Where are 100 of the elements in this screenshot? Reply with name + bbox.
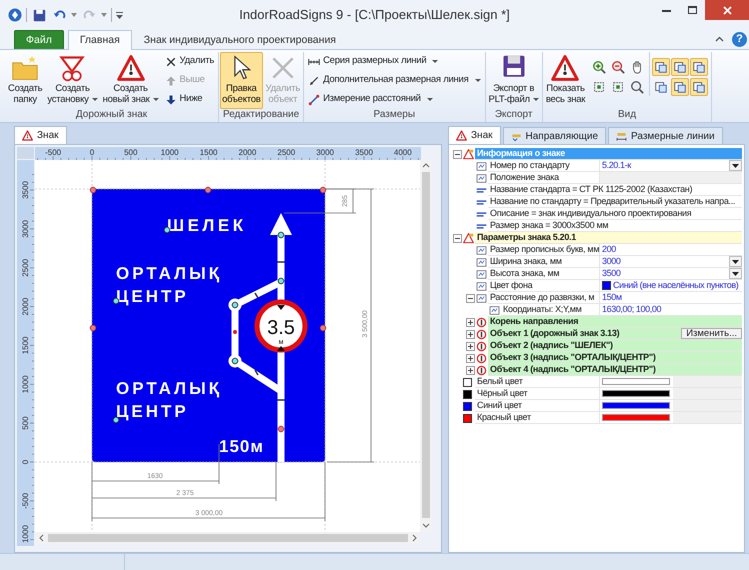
ribbon-button[interactable]: Создать папку <box>6 52 44 109</box>
ribbon-button[interactable]: Правка объектов <box>220 52 263 109</box>
ribbon-button[interactable]: Дополнительная размерная линия <box>305 71 484 90</box>
frame-icon <box>654 60 668 74</box>
tool-button[interactable] <box>671 78 690 96</box>
handle[interactable] <box>278 426 284 432</box>
collapse-icon[interactable] <box>453 150 462 158</box>
ribbon-button[interactable]: Создать установку <box>45 52 100 109</box>
change-button[interactable]: Изменить... <box>681 328 742 339</box>
dimension-line[interactable] <box>284 188 356 214</box>
dropdown-button[interactable] <box>729 268 742 279</box>
ruler-label: 1000 <box>21 525 30 543</box>
dropdown-button[interactable] <box>729 160 742 171</box>
sign-text[interactable]: 150м <box>219 437 264 456</box>
dimension-line[interactable] <box>92 444 220 484</box>
close-button[interactable] <box>705 0 749 20</box>
help-button[interactable]: ? <box>732 32 747 46</box>
tool-button[interactable] <box>590 58 608 76</box>
dropdown-icon[interactable] <box>101 13 107 17</box>
sign-board[interactable] <box>92 188 326 462</box>
scrollbar-thumb[interactable] <box>422 172 430 518</box>
property-value[interactable]: 150м <box>602 292 622 303</box>
expand-icon[interactable] <box>466 354 475 362</box>
tree-row[interactable]: Высота знака, мм 3500 <box>451 268 742 280</box>
object-icon <box>476 316 487 328</box>
tool-button[interactable] <box>609 58 628 76</box>
ruler-label: 1000 <box>160 148 179 157</box>
handle[interactable] <box>320 324 326 332</box>
property-value[interactable]: 200 <box>602 244 616 255</box>
object-icon <box>476 364 487 376</box>
tree-row[interactable]: Размер прописных букв, мм 200 <box>451 244 742 256</box>
property-value[interactable]: 1630,00; 100,00 <box>602 304 662 315</box>
tree-row[interactable]: Чёрный цвет <box>451 388 742 400</box>
handle[interactable] <box>90 324 96 332</box>
sign-text[interactable]: ШЕЛЕК <box>167 216 247 235</box>
ribbon-button[interactable]: Создать новый знак <box>100 52 161 109</box>
tool-button[interactable] <box>690 78 708 96</box>
tool-button[interactable] <box>628 78 646 96</box>
dropdown-button[interactable] <box>729 256 742 267</box>
tool-button[interactable] <box>652 58 670 76</box>
ribbon-tab[interactable]: Файл <box>14 30 64 49</box>
handle[interactable] <box>233 330 237 334</box>
scrollbar-thumb[interactable] <box>48 534 408 542</box>
customize-icon[interactable] <box>116 12 123 18</box>
scroll-right-icon[interactable] <box>412 534 417 542</box>
sign-text[interactable]: ОРТАЛЫҚ <box>116 379 222 398</box>
scroll-left-icon[interactable] <box>39 534 44 542</box>
measure-icon <box>308 94 320 106</box>
expand-icon[interactable] <box>466 342 475 350</box>
ribbon-button[interactable]: Показать весь знак <box>544 52 588 109</box>
handle[interactable] <box>278 278 284 284</box>
tool-button[interactable] <box>671 58 690 76</box>
handle[interactable] <box>90 186 96 194</box>
collapse-icon[interactable] <box>466 294 475 302</box>
ruler-label: 2500 <box>21 258 30 277</box>
ribbon-tab[interactable]: Знак индивидуального проектирования <box>132 30 348 49</box>
document-tab[interactable]: Знак <box>14 126 66 144</box>
ribbon-button[interactable]: Экспорт в PLT-файл <box>486 52 541 109</box>
property-icon <box>476 268 487 280</box>
handle[interactable] <box>232 358 238 364</box>
property-value[interactable]: Синий (вне населённых пунктов) <box>613 280 738 291</box>
tree-row[interactable]: Синий цвет <box>451 400 742 412</box>
tool-button[interactable] <box>690 58 708 76</box>
tree-row[interactable]: Цвет фона Синий (вне населённых пунктов) <box>451 280 742 292</box>
handle[interactable] <box>204 186 212 194</box>
ribbon-button[interactable]: Измерение расстояний <box>305 90 484 109</box>
ribbon-button[interactable]: Серия размерных линий <box>305 52 484 71</box>
handle[interactable] <box>320 186 326 194</box>
tree-row[interactable]: Ширина знака, мм 3000 <box>451 256 742 268</box>
scroll-up-icon[interactable] <box>422 163 430 168</box>
tree-row[interactable]: Белый цвет <box>451 376 742 388</box>
collapse-icon[interactable] <box>453 234 462 242</box>
ribbon-button[interactable]: Удалить <box>162 52 218 71</box>
tree-row[interactable]: Красный цвет <box>451 412 742 424</box>
panel-tab[interactable]: Направляющие <box>502 127 606 144</box>
app-icon[interactable] <box>8 8 22 22</box>
panel-tab[interactable]: Знак <box>448 126 500 144</box>
sign-number: 3.5 <box>267 317 295 339</box>
sign-text[interactable]: ЦЕНТР <box>116 402 189 421</box>
tree-row[interactable]: Положение знака <box>451 172 742 184</box>
warning-sign-icon <box>116 54 145 82</box>
ribbon-button[interactable]: Ниже <box>162 90 218 109</box>
property-value[interactable]: 5.20.1-к <box>602 160 631 171</box>
expand-icon[interactable] <box>466 330 475 338</box>
handle[interactable] <box>232 302 238 308</box>
expand-icon[interactable] <box>466 366 475 374</box>
panel-tab[interactable]: Размерные линии <box>608 127 723 144</box>
expand-icon[interactable] <box>466 318 475 326</box>
handle[interactable] <box>278 232 284 238</box>
scroll-down-icon[interactable] <box>422 524 430 528</box>
up-arrow-icon <box>164 74 177 86</box>
dropdown-icon[interactable] <box>71 13 77 17</box>
tree-row[interactable]: Расстояние до развязки, м 150м <box>451 292 742 304</box>
sign-text[interactable]: ЦЕНТР <box>116 287 189 306</box>
ruler-label: 3500 <box>355 148 373 157</box>
ribbon-tab[interactable]: Главная <box>68 30 132 50</box>
property-value[interactable]: 3000 <box>602 256 620 267</box>
sign-text[interactable]: ОРТАЛЫҚ <box>116 264 222 283</box>
property-value[interactable]: 3500 <box>602 268 620 279</box>
collapse-icon[interactable] <box>715 36 724 42</box>
